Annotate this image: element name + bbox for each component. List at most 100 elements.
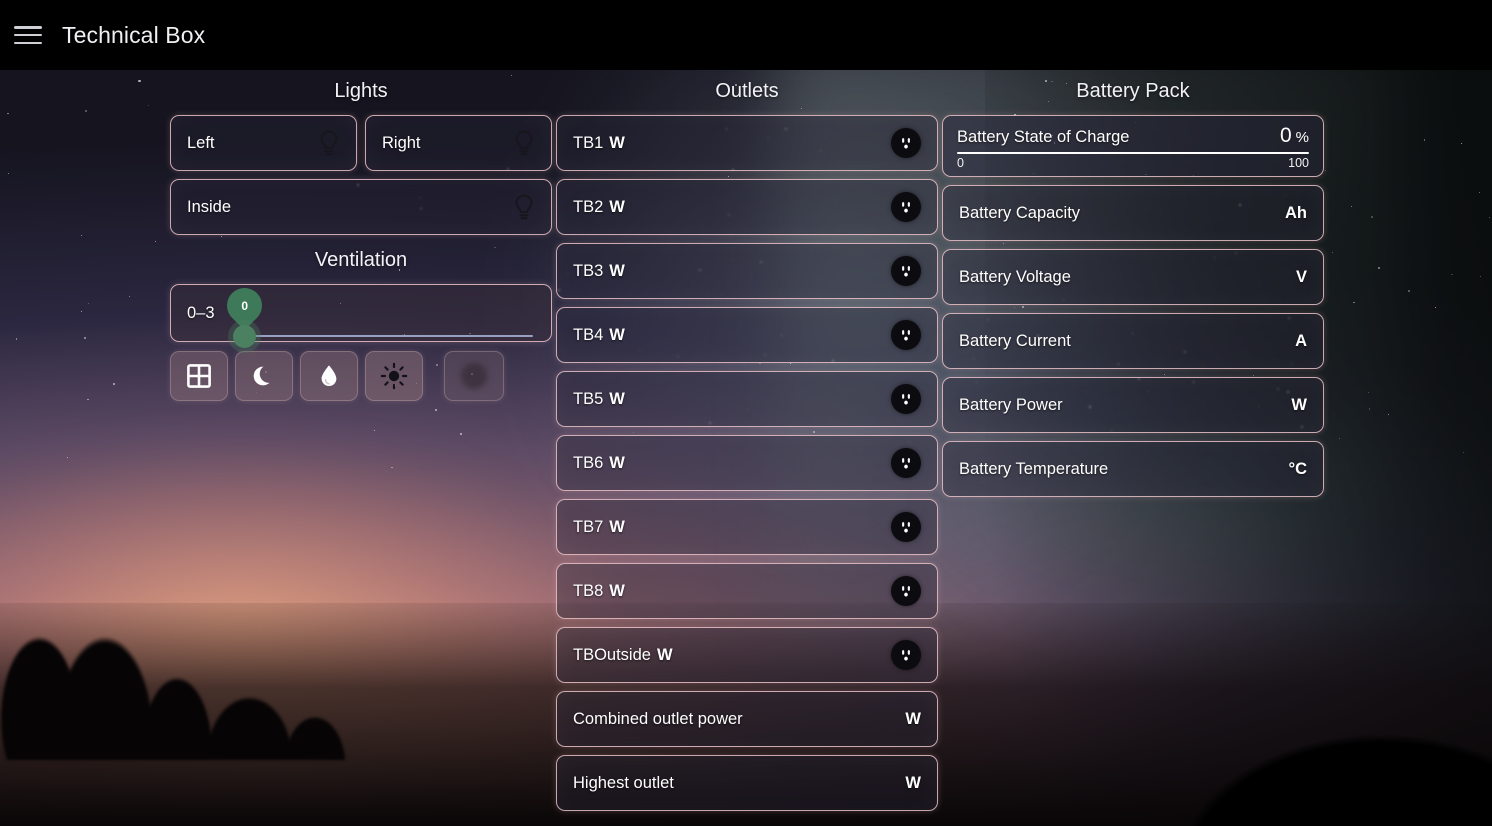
ventilation-slider-value: 0 bbox=[241, 298, 248, 313]
battery-soc-value: 0 bbox=[1279, 124, 1292, 147]
outlet-card[interactable]: TB6 W bbox=[556, 435, 938, 491]
light-card-inside[interactable]: Inside bbox=[170, 179, 552, 235]
outlet-label: TB1 bbox=[573, 133, 604, 152]
battery-metric-unit: W bbox=[1291, 395, 1307, 414]
battery-state-of-charge-card[interactable]: Battery State of Charge 0 % 0 100 bbox=[942, 115, 1324, 177]
section-title-outlets: Outlets bbox=[715, 80, 779, 102]
power-outlet-icon bbox=[891, 512, 921, 542]
power-outlet-icon bbox=[891, 128, 921, 158]
ventilation-range-label: 0–3 bbox=[187, 303, 215, 322]
light-label-right: Right bbox=[382, 133, 421, 152]
ventilation-button-night[interactable] bbox=[235, 351, 293, 401]
lightbulb-icon bbox=[318, 130, 340, 156]
outlet-card[interactable]: TB2 W bbox=[556, 179, 938, 235]
battery-soc-progress-bar bbox=[957, 152, 1309, 154]
water-droplet-icon bbox=[316, 363, 342, 389]
outlet-summary-card[interactable]: Combined outlet power W bbox=[556, 691, 938, 747]
section-title-ventilation: Ventilation bbox=[314, 249, 408, 271]
outlet-unit: W bbox=[609, 133, 625, 152]
ventilation-slider-card[interactable]: 0–3 0 bbox=[170, 280, 552, 348]
ventilation-button-group bbox=[170, 351, 552, 401]
battery-metric-label: Battery Voltage bbox=[959, 267, 1071, 286]
section-title-battery: Battery Pack bbox=[1076, 80, 1190, 102]
ventilation-button-day[interactable] bbox=[365, 351, 423, 401]
power-outlet-icon bbox=[891, 384, 921, 414]
ventilation-slider-handle[interactable] bbox=[233, 325, 256, 348]
light-label-left: Left bbox=[187, 133, 215, 152]
outlet-summary-card[interactable]: Highest outlet W bbox=[556, 755, 938, 811]
outlet-unit: W bbox=[609, 197, 625, 216]
app-header: Technical Box bbox=[0, 0, 1492, 70]
battery-metric-card[interactable]: Battery Temperature °C bbox=[942, 441, 1324, 497]
battery-metric-card[interactable]: Battery Power W bbox=[942, 377, 1324, 433]
moon-icon bbox=[251, 363, 277, 389]
outlet-summary-label: Combined outlet power bbox=[573, 709, 743, 728]
power-outlet-icon bbox=[891, 192, 921, 222]
outlet-unit: W bbox=[609, 517, 625, 536]
battery-metric-label: Battery Capacity bbox=[959, 203, 1081, 222]
outlet-label: TB6 bbox=[573, 453, 604, 472]
hamburger-menu-icon[interactable] bbox=[14, 24, 42, 46]
power-outlet-icon bbox=[891, 640, 921, 670]
battery-soc-unit: % bbox=[1295, 129, 1309, 146]
lightbulb-icon bbox=[513, 194, 535, 220]
light-label-inside: Inside bbox=[187, 197, 232, 216]
window-grid-icon bbox=[186, 363, 212, 389]
battery-soc-scale-max: 100 bbox=[1288, 156, 1309, 170]
outlet-unit: W bbox=[609, 325, 625, 344]
ventilation-slider-track[interactable] bbox=[239, 335, 533, 337]
outlet-card[interactable]: TB3 W bbox=[556, 243, 938, 299]
light-card-right[interactable]: Right bbox=[365, 115, 552, 171]
outlet-label: TB3 bbox=[573, 261, 604, 280]
battery-metric-unit: A bbox=[1295, 331, 1307, 350]
outlet-card[interactable]: TBOutside W bbox=[556, 627, 938, 683]
battery-soc-label: Battery State of Charge bbox=[957, 128, 1130, 146]
outlet-card[interactable]: TB8 W bbox=[556, 563, 938, 619]
sun-icon bbox=[380, 362, 408, 390]
battery-soc-scale-min: 0 bbox=[957, 156, 964, 170]
outlet-card[interactable]: TB5 W bbox=[556, 371, 938, 427]
outlet-label: TB4 bbox=[573, 325, 604, 344]
power-outlet-icon bbox=[891, 256, 921, 286]
outlet-card[interactable]: TB7 W bbox=[556, 499, 938, 555]
battery-metric-card[interactable]: Battery Voltage V bbox=[942, 249, 1324, 305]
main-content: Lights Left Right Inside Ventilation 0–3… bbox=[0, 70, 1492, 826]
battery-metric-unit: Ah bbox=[1285, 203, 1307, 222]
battery-metric-card[interactable]: Battery Current A bbox=[942, 313, 1324, 369]
outlet-card[interactable]: TB1 W bbox=[556, 115, 938, 171]
battery-metric-unit: °C bbox=[1288, 459, 1307, 478]
battery-metric-label: Battery Current bbox=[959, 331, 1071, 350]
battery-metric-label: Battery Temperature bbox=[959, 459, 1109, 478]
circle-dim-icon bbox=[461, 363, 487, 389]
ventilation-button-humidity[interactable] bbox=[300, 351, 358, 401]
outlet-unit: W bbox=[609, 389, 625, 408]
outlet-card[interactable]: TB4 W bbox=[556, 307, 938, 363]
outlet-label: TB2 bbox=[573, 197, 604, 216]
battery-metric-unit: V bbox=[1295, 267, 1307, 286]
battery-metric-list: Battery Capacity Ah Battery Voltage V Batter… bbox=[942, 185, 1324, 497]
app-root: Technical Box Lights Left Right Inside V… bbox=[0, 0, 1492, 826]
power-outlet-icon bbox=[891, 320, 921, 350]
power-outlet-icon bbox=[891, 448, 921, 478]
outlet-summary-unit: W bbox=[905, 773, 921, 792]
outlet-label: TB7 bbox=[573, 517, 604, 536]
lightbulb-icon bbox=[513, 130, 535, 156]
battery-metric-card[interactable]: Battery Capacity Ah bbox=[942, 185, 1324, 241]
outlet-list: TB1 W TB2 W TB3 W TB4 W TB5 W TB6 W TB7 W TB8 W … bbox=[556, 115, 938, 683]
section-title-lights: Lights bbox=[334, 80, 388, 102]
lights-row-top: Left Right bbox=[170, 115, 552, 179]
outlet-label: TBOutside bbox=[573, 645, 651, 664]
outlet-label: TB8 bbox=[573, 581, 604, 600]
outlet-label: TB5 bbox=[573, 389, 604, 408]
outlet-summary-list: Combined outlet power W Highest outlet W bbox=[556, 691, 938, 811]
outlet-summary-unit: W bbox=[905, 709, 921, 728]
outlet-unit: W bbox=[609, 453, 625, 472]
ventilation-button-off[interactable] bbox=[444, 351, 504, 401]
ventilation-button-window[interactable] bbox=[170, 351, 228, 401]
battery-metric-label: Battery Power bbox=[959, 395, 1063, 414]
light-card-left[interactable]: Left bbox=[170, 115, 357, 171]
outlet-unit: W bbox=[609, 581, 625, 600]
outlet-unit: W bbox=[656, 645, 673, 664]
page-title: Technical Box bbox=[62, 21, 206, 48]
ventilation-slider-value-bubble: 0 bbox=[219, 280, 270, 331]
